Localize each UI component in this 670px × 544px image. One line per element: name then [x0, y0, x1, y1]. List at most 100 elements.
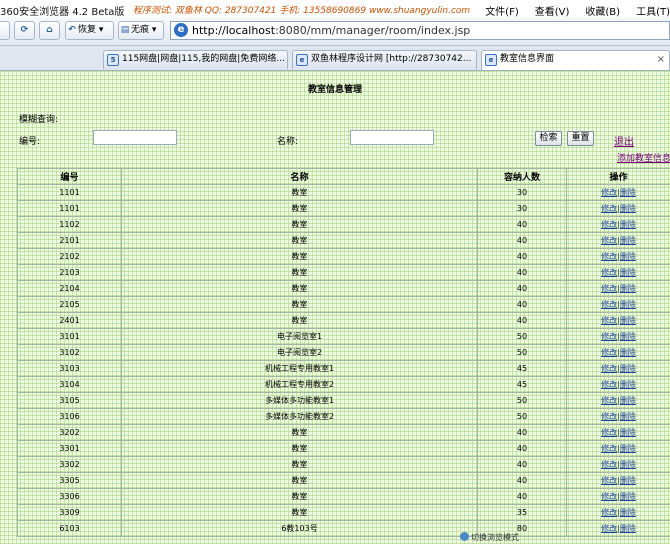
delete-link[interactable]: 删除 [620, 428, 636, 437]
cell-actions: 修改|删除 [566, 280, 670, 297]
delete-link[interactable]: 删除 [620, 204, 636, 213]
delete-link[interactable]: 删除 [620, 364, 636, 373]
edit-link[interactable]: 修改 [601, 492, 617, 501]
table-row: 3309 教室 35 修改|删除 [17, 504, 670, 521]
edit-link[interactable]: 修改 [601, 236, 617, 245]
table-row: 3106 多媒体多功能教室2 50 修改|删除 [17, 408, 670, 425]
header-id: 编号 [17, 168, 122, 185]
id-input[interactable] [93, 130, 177, 145]
edit-link[interactable]: 修改 [601, 300, 617, 309]
cell-name: 教室 [121, 440, 478, 457]
delete-link[interactable]: 删除 [620, 380, 636, 389]
cell-id: 2101 [17, 232, 122, 249]
edit-link[interactable]: 修改 [601, 412, 617, 421]
edit-link[interactable]: 修改 [601, 316, 617, 325]
table-row: 3103 机械工程专用教室1 45 修改|删除 [17, 360, 670, 377]
edit-link[interactable]: 修改 [601, 508, 617, 517]
edit-link[interactable]: 修改 [601, 460, 617, 469]
edit-link[interactable]: 修改 [601, 204, 617, 213]
edit-link[interactable]: 修改 [601, 332, 617, 341]
add-classroom-link[interactable]: 添加教室信息 [617, 151, 670, 164]
table-row: 3101 电子阅览室1 50 修改|删除 [17, 328, 670, 345]
edit-link[interactable]: 修改 [601, 348, 617, 357]
tab-close-icon[interactable]: × [657, 51, 665, 68]
delete-link[interactable]: 删除 [620, 460, 636, 469]
app-title: 360安全浏览器 4.2 Beta版 [0, 7, 125, 18]
delete-link[interactable]: 删除 [620, 284, 636, 293]
refresh-icon: ⟳ [20, 25, 29, 35]
cell-name: 教室 [121, 264, 478, 281]
edit-link[interactable]: 修改 [601, 444, 617, 453]
promo-text: 程序测试: 双鱼林 QQ: 287307421 手机: 13558690869 … [133, 6, 471, 16]
table-row: 3305 教室 40 修改|删除 [17, 472, 670, 489]
cell-capacity: 50 [477, 392, 567, 409]
restore-button[interactable]: ↶ 恢复 ▾ [65, 21, 114, 40]
table-row: 1101 教室 30 修改|删除 [17, 200, 670, 217]
cell-actions: 修改|删除 [566, 440, 670, 457]
delete-link[interactable]: 删除 [620, 412, 636, 421]
delete-link[interactable]: 删除 [620, 300, 636, 309]
address-bar[interactable]: e http://localhost:8080/mm/manager/room/i… [170, 21, 670, 40]
edit-link[interactable]: 修改 [601, 268, 617, 277]
cell-name: 教室 [121, 248, 478, 265]
edit-link[interactable]: 修改 [601, 252, 617, 261]
cell-capacity: 40 [477, 232, 567, 249]
classroom-table: 编号 名称 容纳人数 操作 1101 教室 30 修改|删除 1101 教室 30 修改|删除… [17, 168, 670, 537]
edit-link[interactable]: 修改 [601, 364, 617, 373]
back-arrow-button[interactable]: ‹ [0, 21, 10, 40]
cell-capacity: 45 [477, 360, 567, 377]
delete-link[interactable]: 删除 [620, 316, 636, 325]
incognito-button[interactable]: ▤ 无痕 ▾ [118, 21, 164, 40]
cell-capacity: 40 [477, 264, 567, 281]
address-host: http://localhost [192, 24, 276, 37]
cell-id: 3305 [17, 472, 122, 489]
reset-button[interactable]: 重置 [567, 131, 594, 146]
cell-capacity: 40 [477, 296, 567, 313]
table-row: 2105 教室 40 修改|删除 [17, 296, 670, 313]
cell-actions: 修改|删除 [566, 472, 670, 489]
home-button[interactable]: ⌂ [39, 21, 60, 40]
delete-link[interactable]: 删除 [620, 188, 636, 197]
delete-link[interactable]: 删除 [620, 492, 636, 501]
name-input[interactable] [350, 130, 434, 145]
edit-link[interactable]: 修改 [601, 428, 617, 437]
tab-115-favicon: 5 [107, 54, 119, 66]
edit-link[interactable]: 修改 [601, 188, 617, 197]
delete-link[interactable]: 删除 [620, 332, 636, 341]
delete-link[interactable]: 删除 [620, 508, 636, 517]
delete-link[interactable]: 删除 [620, 236, 636, 245]
cell-actions: 修改|删除 [566, 312, 670, 329]
logout-link[interactable]: 退出 [614, 133, 634, 148]
delete-link[interactable]: 删除 [620, 476, 636, 485]
cell-name: 教室 [121, 184, 478, 201]
cell-actions: 修改|删除 [566, 424, 670, 441]
delete-link[interactable]: 删除 [620, 348, 636, 357]
cell-name: 教室 [121, 504, 478, 521]
refresh-button[interactable]: ⟳ [14, 21, 35, 40]
cell-capacity: 50 [477, 344, 567, 361]
edit-link[interactable]: 修改 [601, 396, 617, 405]
cell-id: 1102 [17, 216, 122, 233]
delete-link[interactable]: 删除 [620, 268, 636, 277]
delete-link[interactable]: 删除 [620, 252, 636, 261]
delete-link[interactable]: 删除 [620, 396, 636, 405]
edit-link[interactable]: 修改 [601, 476, 617, 485]
cell-name: 教室 [121, 216, 478, 233]
cell-capacity: 40 [477, 456, 567, 473]
tab-classroom[interactable]: e 教室信息界面 × [481, 50, 670, 70]
edit-link[interactable]: 修改 [601, 220, 617, 229]
undo-icon: ↶ [68, 25, 76, 35]
edit-link[interactable]: 修改 [601, 284, 617, 293]
tab-shuangyulin[interactable]: e 双鱼林程序设计网 [http://28730742... [292, 50, 477, 69]
status-mode[interactable]: 切换浏览模式 [460, 532, 519, 542]
cell-actions: 修改|删除 [566, 408, 670, 425]
delete-link[interactable]: 删除 [620, 444, 636, 453]
cell-name: 机械工程专用教室2 [121, 376, 478, 393]
delete-link[interactable]: 删除 [620, 220, 636, 229]
cell-id: 3102 [17, 344, 122, 361]
search-button[interactable]: 检索 [535, 131, 562, 146]
table-row: 3202 教室 40 修改|删除 [17, 424, 670, 441]
tab-115[interactable]: 5 115网盘|网盘|115,我的网盘|免费网络... [103, 50, 288, 69]
cell-name: 教室 [121, 296, 478, 313]
edit-link[interactable]: 修改 [601, 380, 617, 389]
